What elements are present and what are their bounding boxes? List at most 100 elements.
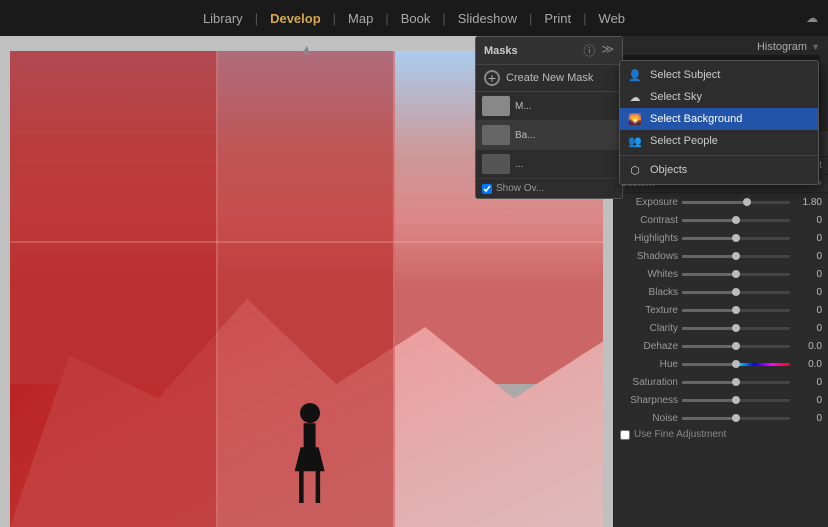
add-icon: + [484,70,500,86]
masks-panel: Masks ⓘ ≫ + Create New Mask M... Ba... .… [475,36,623,199]
fine-adjustment-row: Use Fine Adjustment [614,427,828,442]
nav-print[interactable]: Print [532,0,583,36]
slider-wrap-11[interactable] [682,393,790,407]
dropdown-item-select-subject[interactable]: 👤 Select Subject [620,64,818,86]
top-arrow: ▲ [300,41,314,57]
slider-label-8: Dehaze [620,341,678,352]
slider-label-12: Noise [620,413,678,424]
slider-label-4: Whites [620,269,678,280]
person-head [300,403,320,423]
nav-library[interactable]: Library [191,0,255,36]
nav-map[interactable]: Map [336,0,385,36]
show-overlay-checkbox[interactable] [482,184,492,194]
slider-row-noise: Noise 0 [614,409,828,427]
slider-wrap-1[interactable] [682,213,790,227]
dropdown-label-0: Select Subject [650,69,720,81]
create-new-mask-button[interactable]: + Create New Mask [476,65,622,92]
slider-row-texture: Texture 0 [614,301,828,319]
controls-area[interactable]: Photo ↺ ↻ ✎ ✦ ⚙ Background Invert [614,131,828,527]
slider-value-1: 0 [794,215,822,226]
mask-name-3: ... [515,159,616,170]
dropdown-item-select-sky[interactable]: ☁Select Sky [620,86,818,108]
slider-label-10: Saturation [620,377,678,388]
nav-web[interactable]: Web [587,0,638,36]
slider-value-12: 0 [794,413,822,424]
slider-label-2: Highlights [620,233,678,244]
masks-header: Masks ⓘ ≫ [476,37,622,65]
slider-label-9: Hue [620,359,678,370]
slider-wrap-12[interactable] [682,411,790,425]
bg-icon: 🌄 [628,112,642,126]
mask-item-3[interactable]: ... [476,150,622,179]
people-icon: 👥 [628,134,642,148]
dropdown-separator-4 [620,155,818,156]
slider-label-0: Exposure [620,197,678,208]
slider-value-0: 1.80 [794,197,822,208]
mask-item-2[interactable]: Ba... [476,121,622,150]
slider-label-5: Blacks [620,287,678,298]
person-icon: 👤 [628,68,642,82]
slider-value-6: 0 [794,305,822,316]
mask-name-2: Ba... [515,130,616,141]
slider-label-1: Contrast [620,215,678,226]
masks-title: Masks [484,45,518,57]
slider-label-3: Shadows [620,251,678,262]
slider-value-4: 0 [794,269,822,280]
slider-wrap-8[interactable] [682,339,790,353]
masks-info-icon[interactable]: ⓘ [583,42,595,59]
h-line-1 [10,241,603,243]
cloud-icon[interactable]: ☁ [806,11,818,25]
slider-value-9: 0.0 [794,359,822,370]
dropdown-label-2: Select Background [650,113,742,125]
slider-row-whites: Whites 0 [614,265,828,283]
slider-value-8: 0.0 [794,341,822,352]
slider-row-blacks: Blacks 0 [614,283,828,301]
slider-row-dehaze: Dehaze 0.0 [614,337,828,355]
masks-more-icon[interactable]: ≫ [601,42,614,59]
slider-wrap-10[interactable] [682,375,790,389]
mask-item-1[interactable]: M... [476,92,622,121]
slider-label-7: Clarity [620,323,678,334]
slider-label-11: Sharpness [620,395,678,406]
slider-row-highlights: Highlights 0 [614,229,828,247]
dropdown-item-select-background[interactable]: 🌄 Select Background [620,108,818,130]
slider-value-3: 0 [794,251,822,262]
dropdown-item-objects[interactable]: ⬡Objects [620,159,818,181]
nav-slideshow[interactable]: Slideshow [446,0,529,36]
slider-row-exposure: Exposure 1.80 [614,193,828,211]
fine-adjustment-checkbox[interactable] [620,430,630,440]
slider-wrap-9[interactable] [682,357,790,371]
slider-wrap-7[interactable] [682,321,790,335]
mask-thumb-3 [482,154,510,174]
slider-label-6: Texture [620,305,678,316]
fine-adjustment-label: Use Fine Adjustment [634,429,726,440]
show-overlay-label: Show Ov... [496,183,544,194]
slider-row-shadows: Shadows 0 [614,247,828,265]
slider-wrap-5[interactable] [682,285,790,299]
dropdown-label-1: Select Sky [650,91,702,103]
slider-value-7: 0 [794,323,822,334]
slider-wrap-4[interactable] [682,267,790,281]
masks-header-icons: ⓘ ≫ [583,42,614,59]
show-overlay-row: Show Ov... [476,179,622,198]
slider-wrap-2[interactable] [682,231,790,245]
slider-value-5: 0 [794,287,822,298]
nav-book[interactable]: Book [389,0,443,36]
slider-value-11: 0 [794,395,822,406]
slider-value-10: 0 [794,377,822,388]
mask-name-1: M... [515,101,616,112]
nav-develop[interactable]: Develop [258,0,333,36]
slider-wrap-6[interactable] [682,303,790,317]
histogram-menu-icon[interactable]: ▼ [811,42,820,52]
slider-wrap-3[interactable] [682,249,790,263]
mask-thumb-1 [482,96,510,116]
mask-thumb-2 [482,125,510,145]
slider-wrap-0[interactable] [682,195,790,209]
slider-value-2: 0 [794,233,822,244]
slider-row-sharpness: Sharpness 0 [614,391,828,409]
new-mask-dropdown: 👤 Select Subject ☁Select Sky 🌄 Select Backgr… [619,60,819,185]
dropdown-item-select-people[interactable]: 👥Select People [620,130,818,152]
sliders-container: Exposure 1.80 Contrast 0 Highlights 0 Shadows 0… [614,193,828,427]
slider-row-clarity: Clarity 0 [614,319,828,337]
histogram-label: Histogram [757,41,807,53]
